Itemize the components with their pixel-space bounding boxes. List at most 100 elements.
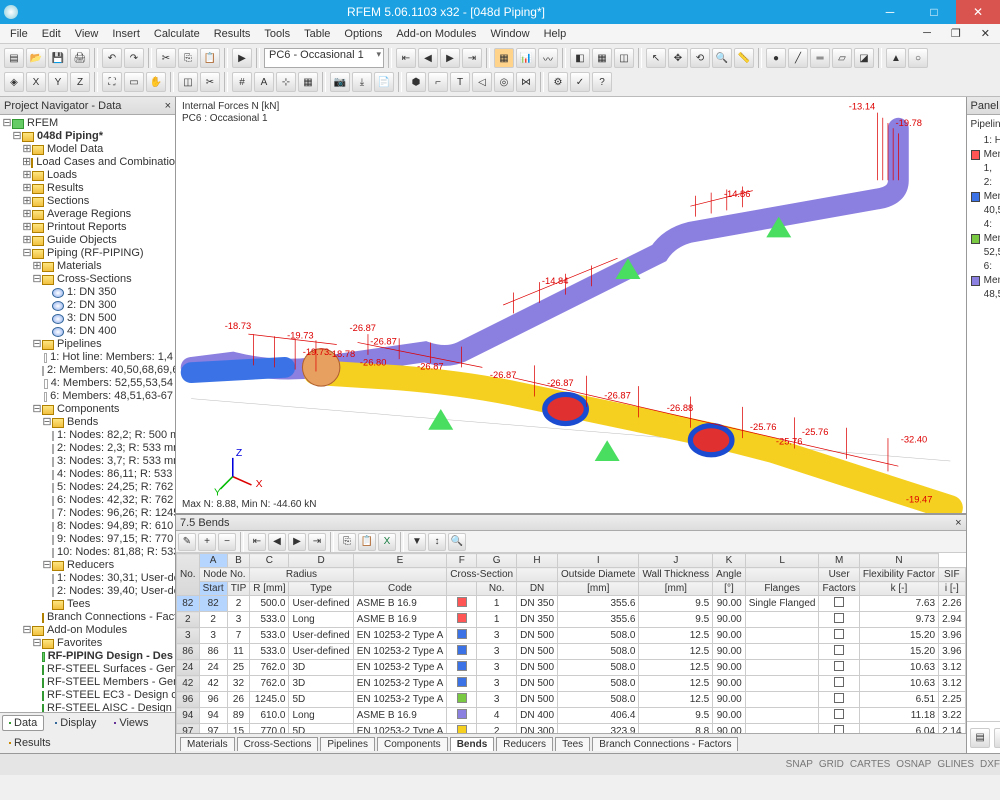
table-row[interactable]: 424232762.03DEN 10253-2 Type A3DN 500508…: [177, 676, 966, 692]
tbl-find-icon[interactable]: 🔍: [448, 533, 466, 551]
tree-item[interactable]: 6: Nodes: 42,32; R: 762 mm: [2, 494, 173, 507]
navtab-results[interactable]: Results: [2, 735, 58, 751]
tbl-last-icon[interactable]: ⇥: [308, 533, 326, 551]
undo-icon[interactable]: ↶: [102, 48, 122, 68]
navtab-display[interactable]: Display: [48, 715, 103, 731]
tree-item[interactable]: 1: Nodes: 30,31; User-defi: [2, 572, 173, 585]
tree-item[interactable]: ⊞Guide Objects: [2, 234, 173, 247]
panel-nav1-icon[interactable]: ▤: [970, 728, 990, 748]
open-icon[interactable]: 📂: [26, 48, 46, 68]
flange-icon[interactable]: ◎: [494, 72, 514, 92]
menu-addon[interactable]: Add-on Modules: [390, 26, 482, 42]
tbl-excel-icon[interactable]: X: [378, 533, 396, 551]
cut-icon[interactable]: ✂: [156, 48, 176, 68]
tree-item[interactable]: 5: Nodes: 24,25; R: 762 mm: [2, 481, 173, 494]
mdi-restore-icon[interactable]: ❐: [945, 25, 967, 42]
calc-icon[interactable]: ▶: [232, 48, 252, 68]
tree-item[interactable]: ⊞Model Data: [2, 143, 173, 156]
screenshot-icon[interactable]: 📷: [330, 72, 350, 92]
table-tab-tees[interactable]: Tees: [555, 737, 590, 751]
label-icon[interactable]: A: [254, 72, 274, 92]
tree-item[interactable]: ⊞Printout Reports: [2, 221, 173, 234]
tbl-filter-icon[interactable]: ▼: [408, 533, 426, 551]
menu-edit[interactable]: Edit: [36, 26, 67, 42]
tree-item[interactable]: ⊞Results: [2, 182, 173, 195]
tree-item[interactable]: ⊟Cross-Sections: [2, 273, 173, 286]
table-row[interactable]: 82822500.0User-definedASME B 16.91DN 350…: [177, 596, 966, 612]
wireframe-icon[interactable]: ▦: [592, 48, 612, 68]
status-glines[interactable]: GLINES: [937, 759, 974, 770]
print-icon[interactable]: 🖨: [70, 48, 90, 68]
tree-item[interactable]: ⊞Average Regions: [2, 208, 173, 221]
mdi-minimize-icon[interactable]: ─: [917, 25, 937, 42]
results-icon[interactable]: 📊: [516, 48, 536, 68]
tree-item[interactable]: 3: DN 500: [2, 312, 173, 325]
view-x-icon[interactable]: X: [26, 72, 46, 92]
tbl-paste-icon[interactable]: 📋: [358, 533, 376, 551]
nav-first-icon[interactable]: ⇤: [396, 48, 416, 68]
show-loads-icon[interactable]: ▦: [494, 48, 514, 68]
menu-view[interactable]: View: [69, 26, 105, 42]
grid-icon[interactable]: ▦: [298, 72, 318, 92]
zoomwin-icon[interactable]: ▭: [124, 72, 144, 92]
tree-item[interactable]: ⊟Reducers: [2, 559, 173, 572]
table-row[interactable]: 868611533.0User-definedEN 10253-2 Type A…: [177, 644, 966, 660]
navigator-tree[interactable]: ⊟RFEM⊟048d Piping*⊞Model Data⊞Load Cases…: [0, 115, 175, 712]
paste-icon[interactable]: 📋: [200, 48, 220, 68]
tree-item[interactable]: 2: Nodes: 39,40; User-defi: [2, 585, 173, 598]
export-icon[interactable]: ⤓: [352, 72, 372, 92]
table-row[interactable]: 242425762.03DEN 10253-2 Type A3DN 500508…: [177, 660, 966, 676]
nav-next-icon[interactable]: ▶: [440, 48, 460, 68]
zoomall-icon[interactable]: ⛶: [102, 72, 122, 92]
status-cartes[interactable]: CARTES: [850, 759, 890, 770]
close-button[interactable]: ✕: [956, 0, 1000, 24]
measure-icon[interactable]: 📏: [734, 48, 754, 68]
view-y-icon[interactable]: Y: [48, 72, 68, 92]
tree-item[interactable]: 2: Nodes: 2,3; R: 533 mm: [2, 442, 173, 455]
tree-item[interactable]: ⊟Add-on Modules: [2, 624, 173, 637]
table-row[interactable]: 979715770.05DEN 10253-2 Type A2DN 300323…: [177, 724, 966, 734]
support-icon[interactable]: ▲: [886, 48, 906, 68]
transparent-icon[interactable]: ◫: [614, 48, 634, 68]
status-dxf[interactable]: DXF: [980, 759, 1000, 770]
table-tab-cross-sections[interactable]: Cross-Sections: [237, 737, 319, 751]
help-icon[interactable]: ?: [592, 72, 612, 92]
auto-icon[interactable]: ⚙: [548, 72, 568, 92]
tree-item[interactable]: 4: Members: 52,55,53,54: [2, 377, 173, 390]
tree-item[interactable]: 7: Nodes: 96,26; R: 1245 mm: [2, 507, 173, 520]
copy-icon[interactable]: ⎘: [178, 48, 198, 68]
menu-results[interactable]: Results: [208, 26, 257, 42]
tbl-edit-icon[interactable]: ✎: [178, 533, 196, 551]
tree-item[interactable]: RF-STEEL AISC - Design of ste: [2, 702, 173, 712]
tree-item[interactable]: ⊞Sections: [2, 195, 173, 208]
render-icon[interactable]: ◧: [570, 48, 590, 68]
tree-item[interactable]: Branch Connections - Factor: [2, 611, 173, 624]
menu-window[interactable]: Window: [484, 26, 535, 42]
panel-nav2-icon[interactable]: ▥: [994, 728, 1000, 748]
solid-icon[interactable]: ◪: [854, 48, 874, 68]
menu-help[interactable]: Help: [538, 26, 573, 42]
tree-item[interactable]: RF-STEEL EC3 - Design of ste: [2, 689, 173, 702]
legend-item[interactable]: 4: Members: 52,55,53,5: [971, 218, 1000, 260]
table-tab-branch-connections-factors[interactable]: Branch Connections - Factors: [592, 737, 738, 751]
table-row[interactable]: 223533.0LongASME B 16.91DN 350355.69.590…: [177, 612, 966, 628]
tbl-add-icon[interactable]: +: [198, 533, 216, 551]
tree-item[interactable]: ⊟Pipelines: [2, 338, 173, 351]
view-iso-icon[interactable]: ◈: [4, 72, 24, 92]
tbl-next-icon[interactable]: ▶: [288, 533, 306, 551]
zoom-icon[interactable]: 🔍: [712, 48, 732, 68]
table-row[interactable]: 337533.0User-definedEN 10253-2 Type A3DN…: [177, 628, 966, 644]
table-tab-reducers[interactable]: Reducers: [496, 737, 553, 751]
tree-item[interactable]: ⊟Piping (RF-PIPING): [2, 247, 173, 260]
move-icon[interactable]: ✥: [668, 48, 688, 68]
tree-item[interactable]: 4: Nodes: 86,11; R: 533 mm: [2, 468, 173, 481]
tbl-prev-icon[interactable]: ◀: [268, 533, 286, 551]
tree-item[interactable]: 8: Nodes: 94,89; R: 610 mm: [2, 520, 173, 533]
status-snap[interactable]: SNAP: [786, 759, 813, 770]
tree-item[interactable]: ⊞Materials: [2, 260, 173, 273]
rotate-icon[interactable]: ⟲: [690, 48, 710, 68]
tee-icon[interactable]: T: [450, 72, 470, 92]
tree-item[interactable]: 10: Nodes: 81,88; R: 533 mm: [2, 546, 173, 559]
tree-item[interactable]: 2: Members: 40,50,68,69,6: [2, 364, 173, 377]
tree-item[interactable]: ⊟048d Piping*: [2, 130, 173, 143]
